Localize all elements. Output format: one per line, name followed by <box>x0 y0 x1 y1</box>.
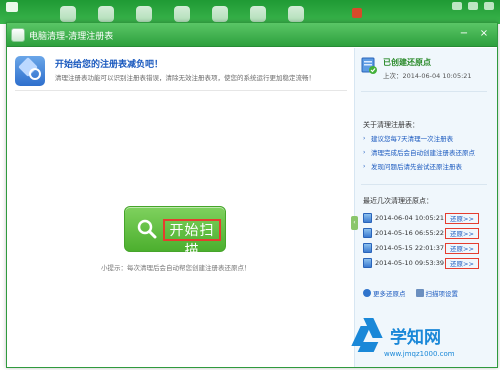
more-restore-points-link[interactable]: 更多还原点 <box>363 288 406 298</box>
watermark: 学知网 www.jmqz1000.com <box>351 318 500 370</box>
search-icon <box>137 219 157 239</box>
sidebar-divider <box>361 91 487 92</box>
tip-item[interactable]: › 建议您每7天清理一次注册表 <box>363 133 493 144</box>
toolbar-icon <box>136 6 152 22</box>
registry-scan-icon <box>15 56 45 86</box>
toolbar-icon <box>288 6 304 22</box>
list-item: 2014-05-16 06:55:22 还原>> <box>363 226 493 240</box>
restore-date: 2014-05-10 09:53:39 <box>375 259 445 267</box>
settings-icon <box>415 289 424 297</box>
collapse-sidebar-button[interactable]: ‹ <box>351 216 358 230</box>
chevron-right-icon: › <box>363 134 366 142</box>
restore-link[interactable]: 还原>> <box>445 257 479 269</box>
restore-date: 2014-06-04 10:05:21 <box>375 214 445 222</box>
restore-point-icon <box>361 57 377 74</box>
globe-icon <box>363 289 371 297</box>
background-app-bar <box>0 0 500 24</box>
about-title: 关于清理注册表： <box>363 121 419 129</box>
window-title: 电脑清理-清理注册表 <box>29 32 114 42</box>
background-toolbar <box>60 6 304 22</box>
restore-point-title: 已创建还原点 <box>383 58 431 67</box>
document-icon <box>363 213 372 223</box>
chevron-right-icon: › <box>363 148 366 156</box>
start-scan-button[interactable]: 开始扫描 <box>124 206 226 259</box>
toolbar-icon <box>212 6 228 22</box>
sidebar-footer: 更多还原点 扫描项设置 <box>363 288 458 298</box>
window-controls: − × <box>457 27 491 41</box>
toolbar-icon <box>174 6 190 22</box>
recent-title: 最近几次清理还原点： <box>363 197 433 205</box>
app-logo-icon <box>6 2 18 12</box>
watermark-url: www.jmqz1000.com <box>384 350 455 358</box>
page-description: 清理注册表功能可以识别注册表错误，清除无效注册表项，使您的系统运行更加稳定流畅！ <box>55 74 315 82</box>
list-item: 2014-05-10 09:53:39 还原>> <box>363 256 493 270</box>
toolbar-icon <box>250 6 266 22</box>
restore-link[interactable]: 还原>> <box>445 227 479 239</box>
chevron-right-icon: › <box>363 162 366 170</box>
window-control-icon <box>468 2 478 10</box>
document-icon <box>363 258 372 268</box>
tips-list: › 建议您每7天清理一次注册表 › 清理完成后会自动创建注册表还原点 › 发现问… <box>363 133 493 175</box>
restore-link[interactable]: 还原>> <box>445 212 479 224</box>
scan-settings-link[interactable]: 扫描项设置 <box>415 288 459 298</box>
list-item: 2014-05-15 22:01:37 还原>> <box>363 241 493 255</box>
restore-point-list: 2014-06-04 10:05:21 还原>> 2014-05-16 06:5… <box>363 211 493 271</box>
document-icon <box>363 228 372 238</box>
toolbar-icon <box>60 6 76 22</box>
tip-text: 清理完成后会自动创建注册表还原点 <box>371 149 475 157</box>
header-divider <box>15 90 347 91</box>
tip-item[interactable]: › 发现问题后请先尝试还原注册表 <box>363 161 493 172</box>
window-control-icon <box>484 2 494 10</box>
tip-item[interactable]: › 清理完成后会自动创建注册表还原点 <box>363 147 493 158</box>
scan-tip: 小提示：每次清理后会自动帮您创建注册表还原点！ <box>101 264 251 272</box>
scan-settings-label: 扫描项设置 <box>425 290 459 298</box>
more-restore-points-label: 更多还原点 <box>373 290 406 298</box>
app-icon <box>11 28 25 42</box>
minimize-button[interactable]: − <box>457 27 471 41</box>
main-content: 开始给您的注册表减负吧！ 清理注册表功能可以识别注册表错误，清除无效注册表项，使… <box>7 48 355 367</box>
start-scan-label: 开始扫描 <box>163 219 221 259</box>
badge-icon <box>352 8 362 18</box>
watermark-text: 学知网 <box>390 328 441 348</box>
restore-date: 2014-05-16 06:55:22 <box>375 229 445 237</box>
sidebar-divider <box>361 184 487 185</box>
restore-point-time: 上次：2014-06-04 10:05:21 <box>383 72 472 80</box>
watermark-logo-icon <box>357 342 379 352</box>
title-bar: 电脑清理-清理注册表 − × <box>7 23 497 47</box>
tip-text: 发现问题后请先尝试还原注册表 <box>371 163 462 171</box>
list-item: 2014-06-04 10:05:21 还原>> <box>363 211 493 225</box>
page-title: 开始给您的注册表减负吧！ <box>55 60 164 70</box>
restore-date: 2014-05-15 22:01:37 <box>375 244 445 252</box>
background-window-controls <box>452 2 494 10</box>
toolbar-icon <box>98 6 114 22</box>
tip-text: 建议您每7天清理一次注册表 <box>371 135 454 143</box>
document-icon <box>363 243 372 253</box>
registry-cleaner-window: 电脑清理-清理注册表 − × 开始给您的注册表减负吧！ 清理注册表功能可以识别注… <box>6 22 498 368</box>
window-control-icon <box>452 2 462 10</box>
restore-link[interactable]: 还原>> <box>445 242 479 254</box>
close-button[interactable]: × <box>477 27 491 41</box>
